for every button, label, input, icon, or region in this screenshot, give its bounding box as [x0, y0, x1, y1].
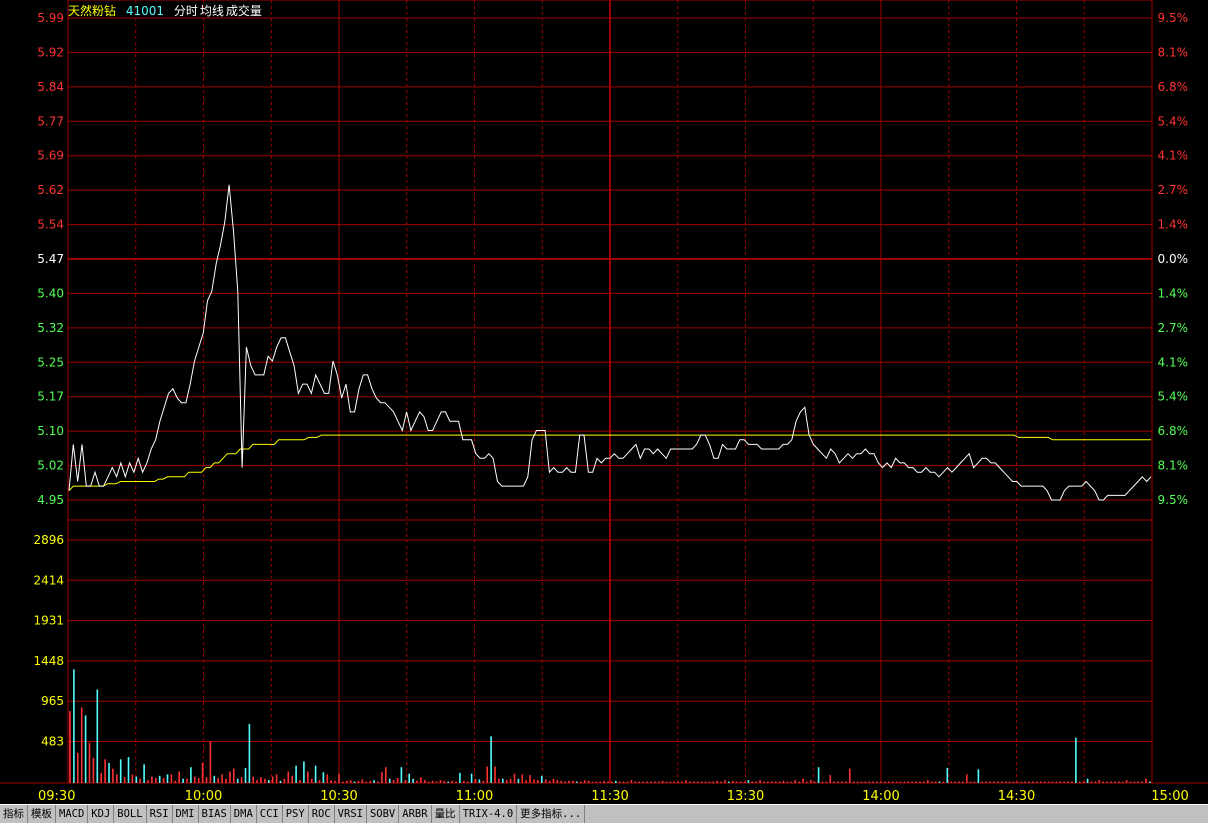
- indicator-tab[interactable]: ROC: [309, 805, 335, 823]
- price-tick-label: 5.02: [37, 459, 64, 473]
- time-axis-label: 10:00: [185, 789, 222, 804]
- price-tick-label: 5.32: [37, 321, 64, 335]
- security-code: 41001: [125, 4, 165, 18]
- header-item-timeshare: 分时: [173, 4, 198, 18]
- pct-tick-label: 1.4%: [1158, 286, 1189, 300]
- indicator-tab[interactable]: MACD: [56, 805, 89, 823]
- price-tick-label: 5.99: [37, 11, 64, 25]
- indicator-tab[interactable]: 更多指标...: [517, 805, 586, 823]
- volume-tick-label: 1448: [33, 654, 64, 668]
- price-tick-label: 5.62: [37, 183, 64, 197]
- price-tick-label: 5.10: [37, 424, 64, 438]
- volume-tick-label: 965: [41, 694, 64, 708]
- pct-tick-label: 9.5%: [1158, 493, 1189, 507]
- security-name: 天然粉钻: [68, 4, 117, 18]
- price-tick-label: 5.84: [37, 80, 64, 94]
- price-tick-label: 5.40: [37, 286, 64, 300]
- indicator-tab-bar: 指标 模板 MACD KDJ BOLL RSI DMI BIAS DMA CCI PSY ROC VRS…: [0, 804, 1208, 823]
- volume-tick-label: 2414: [33, 573, 64, 587]
- price-tick-label: 5.92: [37, 45, 64, 59]
- volume-tick-label: 1931: [33, 614, 64, 628]
- pct-tick-label: 5.4%: [1158, 114, 1189, 128]
- indicator-tab[interactable]: BOLL: [114, 805, 147, 823]
- indicator-tab[interactable]: SOBV: [367, 805, 400, 823]
- price-tick-label: 5.54: [37, 218, 64, 232]
- pct-tick-label: 8.1%: [1158, 45, 1189, 59]
- pct-tick-label: 4.1%: [1158, 149, 1189, 163]
- time-axis-label: 14:30: [998, 789, 1035, 804]
- time-axis-label: 14:00: [862, 789, 899, 804]
- price-tick-label: 5.69: [37, 149, 64, 163]
- time-axis-label: 09:30: [38, 789, 75, 804]
- indicator-tab[interactable]: PSY: [283, 805, 309, 823]
- time-axis-label: 13:30: [727, 789, 764, 804]
- time-axis-label: 10:30: [320, 789, 357, 804]
- chart-header: 天然粉钻 41001 分时 均线 成交量: [68, 2, 268, 19]
- indicator-tab[interactable]: ARBR: [399, 805, 432, 823]
- header-item-avg: 均线: [199, 4, 224, 18]
- time-axis-label: 15:00: [1151, 789, 1188, 804]
- volume-tick-label: 483: [41, 735, 64, 749]
- pct-tick-label: 8.1%: [1158, 459, 1189, 473]
- indicator-tab[interactable]: 模板: [28, 805, 56, 823]
- price-tick-label: 5.17: [37, 390, 64, 404]
- pct-tick-label: 5.4%: [1158, 390, 1189, 404]
- price-tick-label: 4.95: [37, 493, 64, 507]
- indicator-tab[interactable]: 量比: [432, 805, 460, 823]
- pct-tick-label: 6.8%: [1158, 80, 1189, 94]
- indicator-tab[interactable]: RSI: [147, 805, 173, 823]
- indicator-tab[interactable]: DMA: [231, 805, 257, 823]
- pct-tick-label: 9.5%: [1158, 11, 1189, 25]
- indicator-tab[interactable]: CCI: [257, 805, 283, 823]
- indicator-tab[interactable]: KDJ: [88, 805, 115, 823]
- pct-tick-label: 2.7%: [1158, 183, 1189, 197]
- pct-tick-label: 2.7%: [1158, 321, 1189, 335]
- indicator-tab[interactable]: 指标: [0, 805, 28, 823]
- indicator-tab[interactable]: DMI: [173, 805, 199, 823]
- pct-tick-label: 1.4%: [1158, 218, 1189, 232]
- pct-tick-label: 0.0%: [1158, 252, 1189, 266]
- header-item-volume: 成交量: [225, 4, 262, 18]
- pct-tick-label: 4.1%: [1158, 355, 1189, 369]
- pct-tick-label: 6.8%: [1158, 424, 1189, 438]
- time-axis-label: 11:30: [591, 789, 628, 804]
- indicator-tab[interactable]: TRIX-4.0: [460, 805, 518, 823]
- indicator-tab[interactable]: VRSI: [335, 805, 367, 823]
- intraday-chart[interactable]: 5.99 9.5% 5.92 8.1% 5.84 6.8% 5.77 5.4% 5.69 4.1%…: [0, 0, 1208, 804]
- price-tick-label: 5.77: [37, 114, 64, 128]
- indicator-tab[interactable]: BIAS: [199, 805, 231, 823]
- price-tick-label: 5.47: [37, 252, 64, 266]
- time-axis-label: 11:00: [456, 789, 493, 804]
- price-tick-label: 5.25: [37, 355, 64, 369]
- volume-tick-label: 2896: [33, 533, 64, 547]
